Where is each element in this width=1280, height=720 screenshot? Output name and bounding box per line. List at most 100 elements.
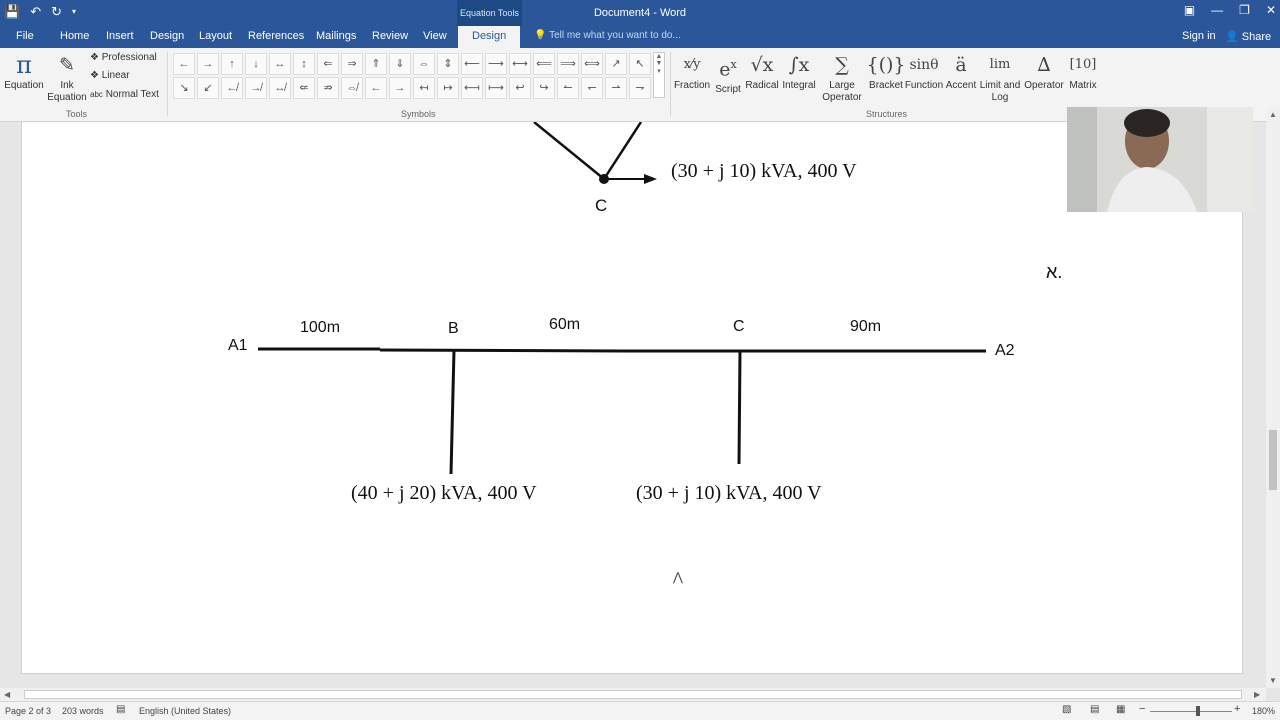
symbol-button[interactable]: ↩	[509, 77, 531, 99]
vertical-scroll-thumb[interactable]	[1269, 430, 1277, 490]
symbol-button[interactable]: ↕	[293, 53, 315, 75]
scroll-left-icon[interactable]: ◀	[4, 690, 10, 699]
radical-button[interactable]: √x Radical	[744, 50, 780, 92]
word-count[interactable]: 203 words	[62, 706, 104, 716]
bracket-button[interactable]: {()} Bracket	[866, 50, 906, 92]
page-count[interactable]: Page 2 of 3	[5, 706, 51, 716]
symbol-button[interactable]: ⇍	[293, 77, 315, 99]
symbol-button[interactable]: ⟻	[461, 77, 483, 99]
save-icon[interactable]: 💾	[4, 3, 20, 21]
tab-view[interactable]: View	[423, 30, 447, 42]
horizontal-scrollbar[interactable]: ◀ ▶	[0, 688, 1266, 701]
symbol-button[interactable]: ⟹	[557, 53, 579, 75]
linear-button[interactable]: ❖ Linear	[90, 70, 130, 81]
symbol-button[interactable]: ⇔	[413, 53, 435, 75]
symbol-button[interactable]: ↙	[197, 77, 219, 99]
read-mode-icon[interactable]: ▧	[1062, 704, 1071, 715]
symbol-button[interactable]: ←	[173, 53, 195, 75]
symbol-button[interactable]: ⟵	[461, 53, 483, 75]
symbol-button[interactable]: ↼	[557, 77, 579, 99]
scroll-down-icon[interactable]: ▼	[1269, 676, 1277, 685]
symbol-button[interactable]: ↓	[245, 53, 267, 75]
symbol-button[interactable]: ↤	[413, 77, 435, 99]
tab-home[interactable]: Home	[60, 30, 89, 42]
zoom-in-icon[interactable]: +	[1234, 703, 1240, 715]
close-icon[interactable]: ✕	[1266, 3, 1276, 17]
symbol-button[interactable]: ⇁	[629, 77, 651, 99]
tab-review[interactable]: Review	[372, 30, 408, 42]
fraction-button[interactable]: x⁄y Fraction	[672, 50, 712, 92]
symbol-button[interactable]: ↗	[605, 53, 627, 75]
circuit-diagram	[258, 122, 986, 475]
symbol-button[interactable]: ↑	[221, 53, 243, 75]
print-layout-icon[interactable]: ▤	[1090, 704, 1099, 715]
ribbon-display-options-icon[interactable]: ▣	[1184, 3, 1195, 17]
equation-button[interactable]: π Equation	[4, 50, 44, 92]
redo-icon[interactable]: ↻	[51, 3, 62, 21]
symbol-button[interactable]: ⟼	[485, 77, 507, 99]
symbol-button[interactable]: ⇕	[437, 53, 459, 75]
language-indicator[interactable]: English (United States)	[139, 706, 231, 716]
symbol-button[interactable]: ↚	[221, 77, 243, 99]
symbol-button[interactable]: ⟷	[509, 53, 531, 75]
zoom-level[interactable]: 180%	[1252, 706, 1275, 716]
symbol-button[interactable]: ↘	[173, 77, 195, 99]
maximize-icon[interactable]: ❐	[1239, 3, 1250, 17]
large-operator-button[interactable]: ∑ Large Operator	[818, 50, 866, 104]
tab-references[interactable]: References	[248, 30, 304, 42]
share-button[interactable]: 👤 Share	[1225, 30, 1271, 43]
tab-equation-design[interactable]: Design	[458, 26, 521, 48]
zoom-slider-knob[interactable]	[1196, 706, 1200, 716]
limit-and-log-button[interactable]: lim Limit and Log	[978, 50, 1022, 104]
operator-button[interactable]: ∆ Operator	[1022, 50, 1066, 92]
sign-in-link[interactable]: Sign in	[1182, 30, 1216, 42]
proofing-icon[interactable]: ▤	[116, 704, 125, 715]
symbol-button[interactable]: ⇎	[341, 77, 363, 99]
symbol-button[interactable]: ⟸	[533, 53, 555, 75]
professional-button[interactable]: ❖ Professional	[90, 52, 157, 63]
symbol-button[interactable]: ⟶	[485, 53, 507, 75]
tell-me-search[interactable]: 💡 Tell me what you want to do...	[534, 30, 681, 41]
symbol-button[interactable]: →	[197, 53, 219, 75]
matrix-button[interactable]: [10] Matrix	[1066, 50, 1100, 92]
customize-qat-icon[interactable]: ▾	[72, 3, 76, 21]
symbol-button[interactable]: ←	[365, 77, 387, 99]
symbol-button[interactable]: ↪	[533, 77, 555, 99]
symbols-gallery-scroll[interactable]: ▲ ▼ ▾	[653, 52, 665, 98]
tab-mailings[interactable]: Mailings	[316, 30, 356, 42]
symbol-button[interactable]: ⇏	[317, 77, 339, 99]
tab-insert[interactable]: Insert	[106, 30, 134, 42]
symbol-button[interactable]: ↮	[269, 77, 291, 99]
symbol-button[interactable]: ↛	[245, 77, 267, 99]
vertical-scrollbar[interactable]: ▲ ▼	[1266, 108, 1280, 688]
minimize-icon[interactable]: —	[1211, 3, 1223, 17]
ink-equation-button[interactable]: ✎ Ink Equation	[46, 50, 88, 104]
zoom-slider-track[interactable]	[1150, 711, 1232, 712]
scroll-right-icon[interactable]: ▶	[1254, 690, 1260, 699]
symbol-button[interactable]: ⇒	[341, 53, 363, 75]
horizontal-scroll-thumb[interactable]	[24, 690, 1242, 699]
symbol-button[interactable]: ↦	[437, 77, 459, 99]
symbol-button[interactable]: ⟺	[581, 53, 603, 75]
symbol-button[interactable]: ⇓	[389, 53, 411, 75]
symbol-button[interactable]: ⇐	[317, 53, 339, 75]
symbol-button[interactable]: →	[389, 77, 411, 99]
symbol-button[interactable]: ⇀	[605, 77, 627, 99]
symbol-button[interactable]: ↔	[269, 53, 291, 75]
symbol-button[interactable]: ↽	[581, 77, 603, 99]
zoom-out-icon[interactable]: −	[1139, 703, 1145, 715]
undo-icon[interactable]: ↶	[30, 3, 41, 21]
function-button[interactable]: sinθ Function	[904, 50, 944, 92]
integral-button[interactable]: ∫x Integral	[780, 50, 818, 92]
normal-text-button[interactable]: abc Normal Text	[90, 89, 159, 100]
accent-button[interactable]: ä Accent	[944, 50, 978, 92]
tab-design[interactable]: Design	[150, 30, 184, 42]
tab-layout[interactable]: Layout	[199, 30, 232, 42]
document-page[interactable]: C (30 + j 10) kVA, 400 V א. A1 A2 B C 10…	[21, 122, 1243, 674]
symbol-button[interactable]: ↖	[629, 53, 651, 75]
script-button[interactable]: ex Script	[712, 50, 744, 96]
web-layout-icon[interactable]: ▦	[1116, 704, 1125, 715]
scroll-up-icon[interactable]: ▲	[1269, 110, 1277, 119]
tab-file[interactable]: File	[16, 30, 34, 42]
symbol-button[interactable]: ⇑	[365, 53, 387, 75]
